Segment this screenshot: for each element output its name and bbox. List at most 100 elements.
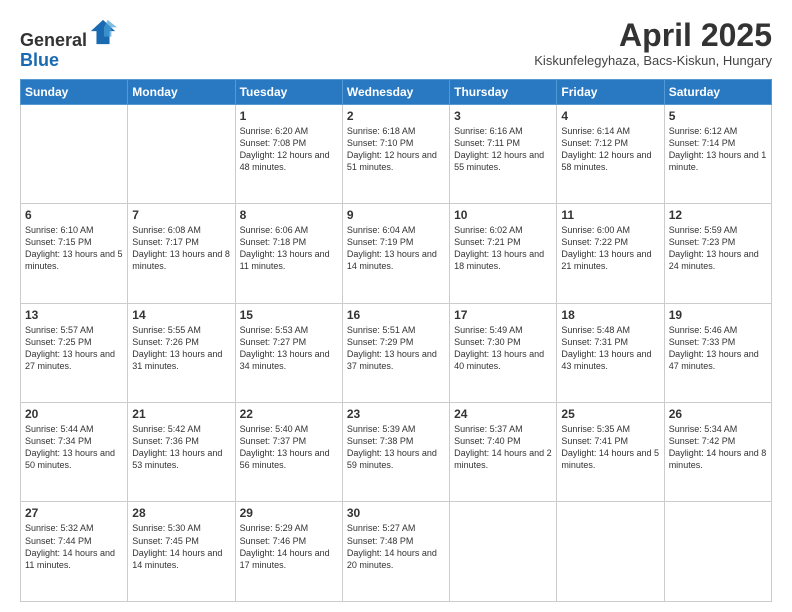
- day-cell: 1 Sunrise: 6:20 AM Sunset: 7:08 PM Daylig…: [235, 104, 342, 203]
- week-row-3: 20 Sunrise: 5:44 AM Sunset: 7:34 PM Dayli…: [21, 403, 772, 502]
- day-info: Sunrise: 6:20 AM Sunset: 7:08 PM Dayligh…: [240, 125, 338, 174]
- day-number: 7: [132, 208, 230, 222]
- week-row-4: 27 Sunrise: 5:32 AM Sunset: 7:44 PM Dayli…: [21, 502, 772, 602]
- day-cell: 22 Sunrise: 5:40 AM Sunset: 7:37 PM Dayli…: [235, 403, 342, 502]
- day-info: Sunrise: 6:12 AM Sunset: 7:14 PM Dayligh…: [669, 125, 767, 174]
- day-number: 22: [240, 407, 338, 421]
- logo: General Blue: [20, 18, 117, 71]
- day-cell: 11Sunrise: 6:00 AM Sunset: 7:22 PM Dayli…: [557, 204, 664, 303]
- logo-icon: [89, 18, 117, 46]
- day-cell: [128, 104, 235, 203]
- logo-blue-text: Blue: [20, 51, 117, 71]
- month-title: April 2025: [534, 18, 772, 53]
- day-info: Sunrise: 5:29 AM Sunset: 7:46 PM Dayligh…: [240, 522, 338, 571]
- day-info: Sunrise: 6:08 AM Sunset: 7:17 PM Dayligh…: [132, 224, 230, 273]
- day-cell: 29 Sunrise: 5:29 AM Sunset: 7:46 PM Dayli…: [235, 502, 342, 602]
- location: Kiskunfelegyhaza, Bacs-Kiskun, Hungary: [534, 53, 772, 68]
- col-header-monday: Monday: [128, 79, 235, 104]
- title-block: April 2025 Kiskunfelegyhaza, Bacs-Kiskun…: [534, 18, 772, 68]
- day-info: Sunrise: 5:37 AM Sunset: 7:40 PM Dayligh…: [454, 423, 552, 472]
- day-cell: 6 Sunrise: 6:10 AM Sunset: 7:15 PM Daylig…: [21, 204, 128, 303]
- day-number: 12: [669, 208, 767, 222]
- day-number: 19: [669, 308, 767, 322]
- day-number: 18: [561, 308, 659, 322]
- day-cell: 15 Sunrise: 5:53 AM Sunset: 7:27 PM Dayli…: [235, 303, 342, 402]
- header: General Blue April 2025 Kiskunfelegyhaza…: [20, 18, 772, 71]
- day-cell: [21, 104, 128, 203]
- day-number: 29: [240, 506, 338, 520]
- col-header-wednesday: Wednesday: [342, 79, 449, 104]
- day-info: Sunrise: 6:16 AM Sunset: 7:11 PM Dayligh…: [454, 125, 552, 174]
- day-number: 27: [25, 506, 123, 520]
- day-cell: 3 Sunrise: 6:16 AM Sunset: 7:11 PM Daylig…: [450, 104, 557, 203]
- day-info: Sunrise: 6:10 AM Sunset: 7:15 PM Dayligh…: [25, 224, 123, 273]
- col-header-thursday: Thursday: [450, 79, 557, 104]
- day-cell: 30Sunrise: 5:27 AM Sunset: 7:48 PM Dayli…: [342, 502, 449, 602]
- day-cell: 16 Sunrise: 5:51 AM Sunset: 7:29 PM Dayli…: [342, 303, 449, 402]
- day-number: 3: [454, 109, 552, 123]
- day-info: Sunrise: 5:51 AM Sunset: 7:29 PM Dayligh…: [347, 324, 445, 373]
- day-cell: 28Sunrise: 5:30 AM Sunset: 7:45 PM Dayli…: [128, 502, 235, 602]
- day-number: 26: [669, 407, 767, 421]
- day-number: 10: [454, 208, 552, 222]
- day-cell: 9 Sunrise: 6:04 AM Sunset: 7:19 PM Daylig…: [342, 204, 449, 303]
- day-number: 9: [347, 208, 445, 222]
- col-header-tuesday: Tuesday: [235, 79, 342, 104]
- day-cell: 12 Sunrise: 5:59 AM Sunset: 7:23 PM Dayli…: [664, 204, 771, 303]
- day-number: 20: [25, 407, 123, 421]
- day-info: Sunrise: 5:32 AM Sunset: 7:44 PM Dayligh…: [25, 522, 123, 571]
- day-cell: 26 Sunrise: 5:34 AM Sunset: 7:42 PM Dayli…: [664, 403, 771, 502]
- col-header-saturday: Saturday: [664, 79, 771, 104]
- week-row-0: 1 Sunrise: 6:20 AM Sunset: 7:08 PM Daylig…: [21, 104, 772, 203]
- day-info: Sunrise: 6:00 AM Sunset: 7:22 PM Dayligh…: [561, 224, 659, 273]
- day-cell: 14Sunrise: 5:55 AM Sunset: 7:26 PM Dayli…: [128, 303, 235, 402]
- day-info: Sunrise: 6:04 AM Sunset: 7:19 PM Dayligh…: [347, 224, 445, 273]
- day-cell: [664, 502, 771, 602]
- day-cell: 18 Sunrise: 5:48 AM Sunset: 7:31 PM Dayli…: [557, 303, 664, 402]
- day-number: 6: [25, 208, 123, 222]
- day-info: Sunrise: 6:18 AM Sunset: 7:10 PM Dayligh…: [347, 125, 445, 174]
- day-info: Sunrise: 5:42 AM Sunset: 7:36 PM Dayligh…: [132, 423, 230, 472]
- logo-general: General: [20, 30, 87, 50]
- day-number: 24: [454, 407, 552, 421]
- day-cell: 23 Sunrise: 5:39 AM Sunset: 7:38 PM Dayli…: [342, 403, 449, 502]
- day-number: 16: [347, 308, 445, 322]
- day-info: Sunrise: 5:53 AM Sunset: 7:27 PM Dayligh…: [240, 324, 338, 373]
- day-info: Sunrise: 5:35 AM Sunset: 7:41 PM Dayligh…: [561, 423, 659, 472]
- day-number: 4: [561, 109, 659, 123]
- day-info: Sunrise: 5:44 AM Sunset: 7:34 PM Dayligh…: [25, 423, 123, 472]
- day-cell: 8Sunrise: 6:06 AM Sunset: 7:18 PM Daylig…: [235, 204, 342, 303]
- day-info: Sunrise: 5:48 AM Sunset: 7:31 PM Dayligh…: [561, 324, 659, 373]
- day-number: 5: [669, 109, 767, 123]
- week-row-1: 6 Sunrise: 6:10 AM Sunset: 7:15 PM Daylig…: [21, 204, 772, 303]
- day-info: Sunrise: 5:46 AM Sunset: 7:33 PM Dayligh…: [669, 324, 767, 373]
- day-cell: 20 Sunrise: 5:44 AM Sunset: 7:34 PM Dayli…: [21, 403, 128, 502]
- day-cell: 27 Sunrise: 5:32 AM Sunset: 7:44 PM Dayli…: [21, 502, 128, 602]
- day-number: 15: [240, 308, 338, 322]
- day-cell: 4 Sunrise: 6:14 AM Sunset: 7:12 PM Daylig…: [557, 104, 664, 203]
- day-cell: 10Sunrise: 6:02 AM Sunset: 7:21 PM Dayli…: [450, 204, 557, 303]
- header-row: SundayMondayTuesdayWednesdayThursdayFrid…: [21, 79, 772, 104]
- day-info: Sunrise: 5:30 AM Sunset: 7:45 PM Dayligh…: [132, 522, 230, 571]
- day-cell: 19 Sunrise: 5:46 AM Sunset: 7:33 PM Dayli…: [664, 303, 771, 402]
- day-number: 25: [561, 407, 659, 421]
- day-number: 8: [240, 208, 338, 222]
- day-info: Sunrise: 5:59 AM Sunset: 7:23 PM Dayligh…: [669, 224, 767, 273]
- day-info: Sunrise: 5:34 AM Sunset: 7:42 PM Dayligh…: [669, 423, 767, 472]
- day-info: Sunrise: 5:40 AM Sunset: 7:37 PM Dayligh…: [240, 423, 338, 472]
- day-info: Sunrise: 5:39 AM Sunset: 7:38 PM Dayligh…: [347, 423, 445, 472]
- day-number: 2: [347, 109, 445, 123]
- day-cell: 21Sunrise: 5:42 AM Sunset: 7:36 PM Dayli…: [128, 403, 235, 502]
- day-number: 1: [240, 109, 338, 123]
- calendar-table: SundayMondayTuesdayWednesdayThursdayFrid…: [20, 79, 772, 602]
- col-header-friday: Friday: [557, 79, 664, 104]
- col-header-sunday: Sunday: [21, 79, 128, 104]
- day-info: Sunrise: 6:14 AM Sunset: 7:12 PM Dayligh…: [561, 125, 659, 174]
- day-number: 23: [347, 407, 445, 421]
- day-cell: 24 Sunrise: 5:37 AM Sunset: 7:40 PM Dayli…: [450, 403, 557, 502]
- day-number: 17: [454, 308, 552, 322]
- page: General Blue April 2025 Kiskunfelegyhaza…: [0, 0, 792, 612]
- day-cell: [557, 502, 664, 602]
- day-info: Sunrise: 5:49 AM Sunset: 7:30 PM Dayligh…: [454, 324, 552, 373]
- logo-text: General: [20, 18, 117, 51]
